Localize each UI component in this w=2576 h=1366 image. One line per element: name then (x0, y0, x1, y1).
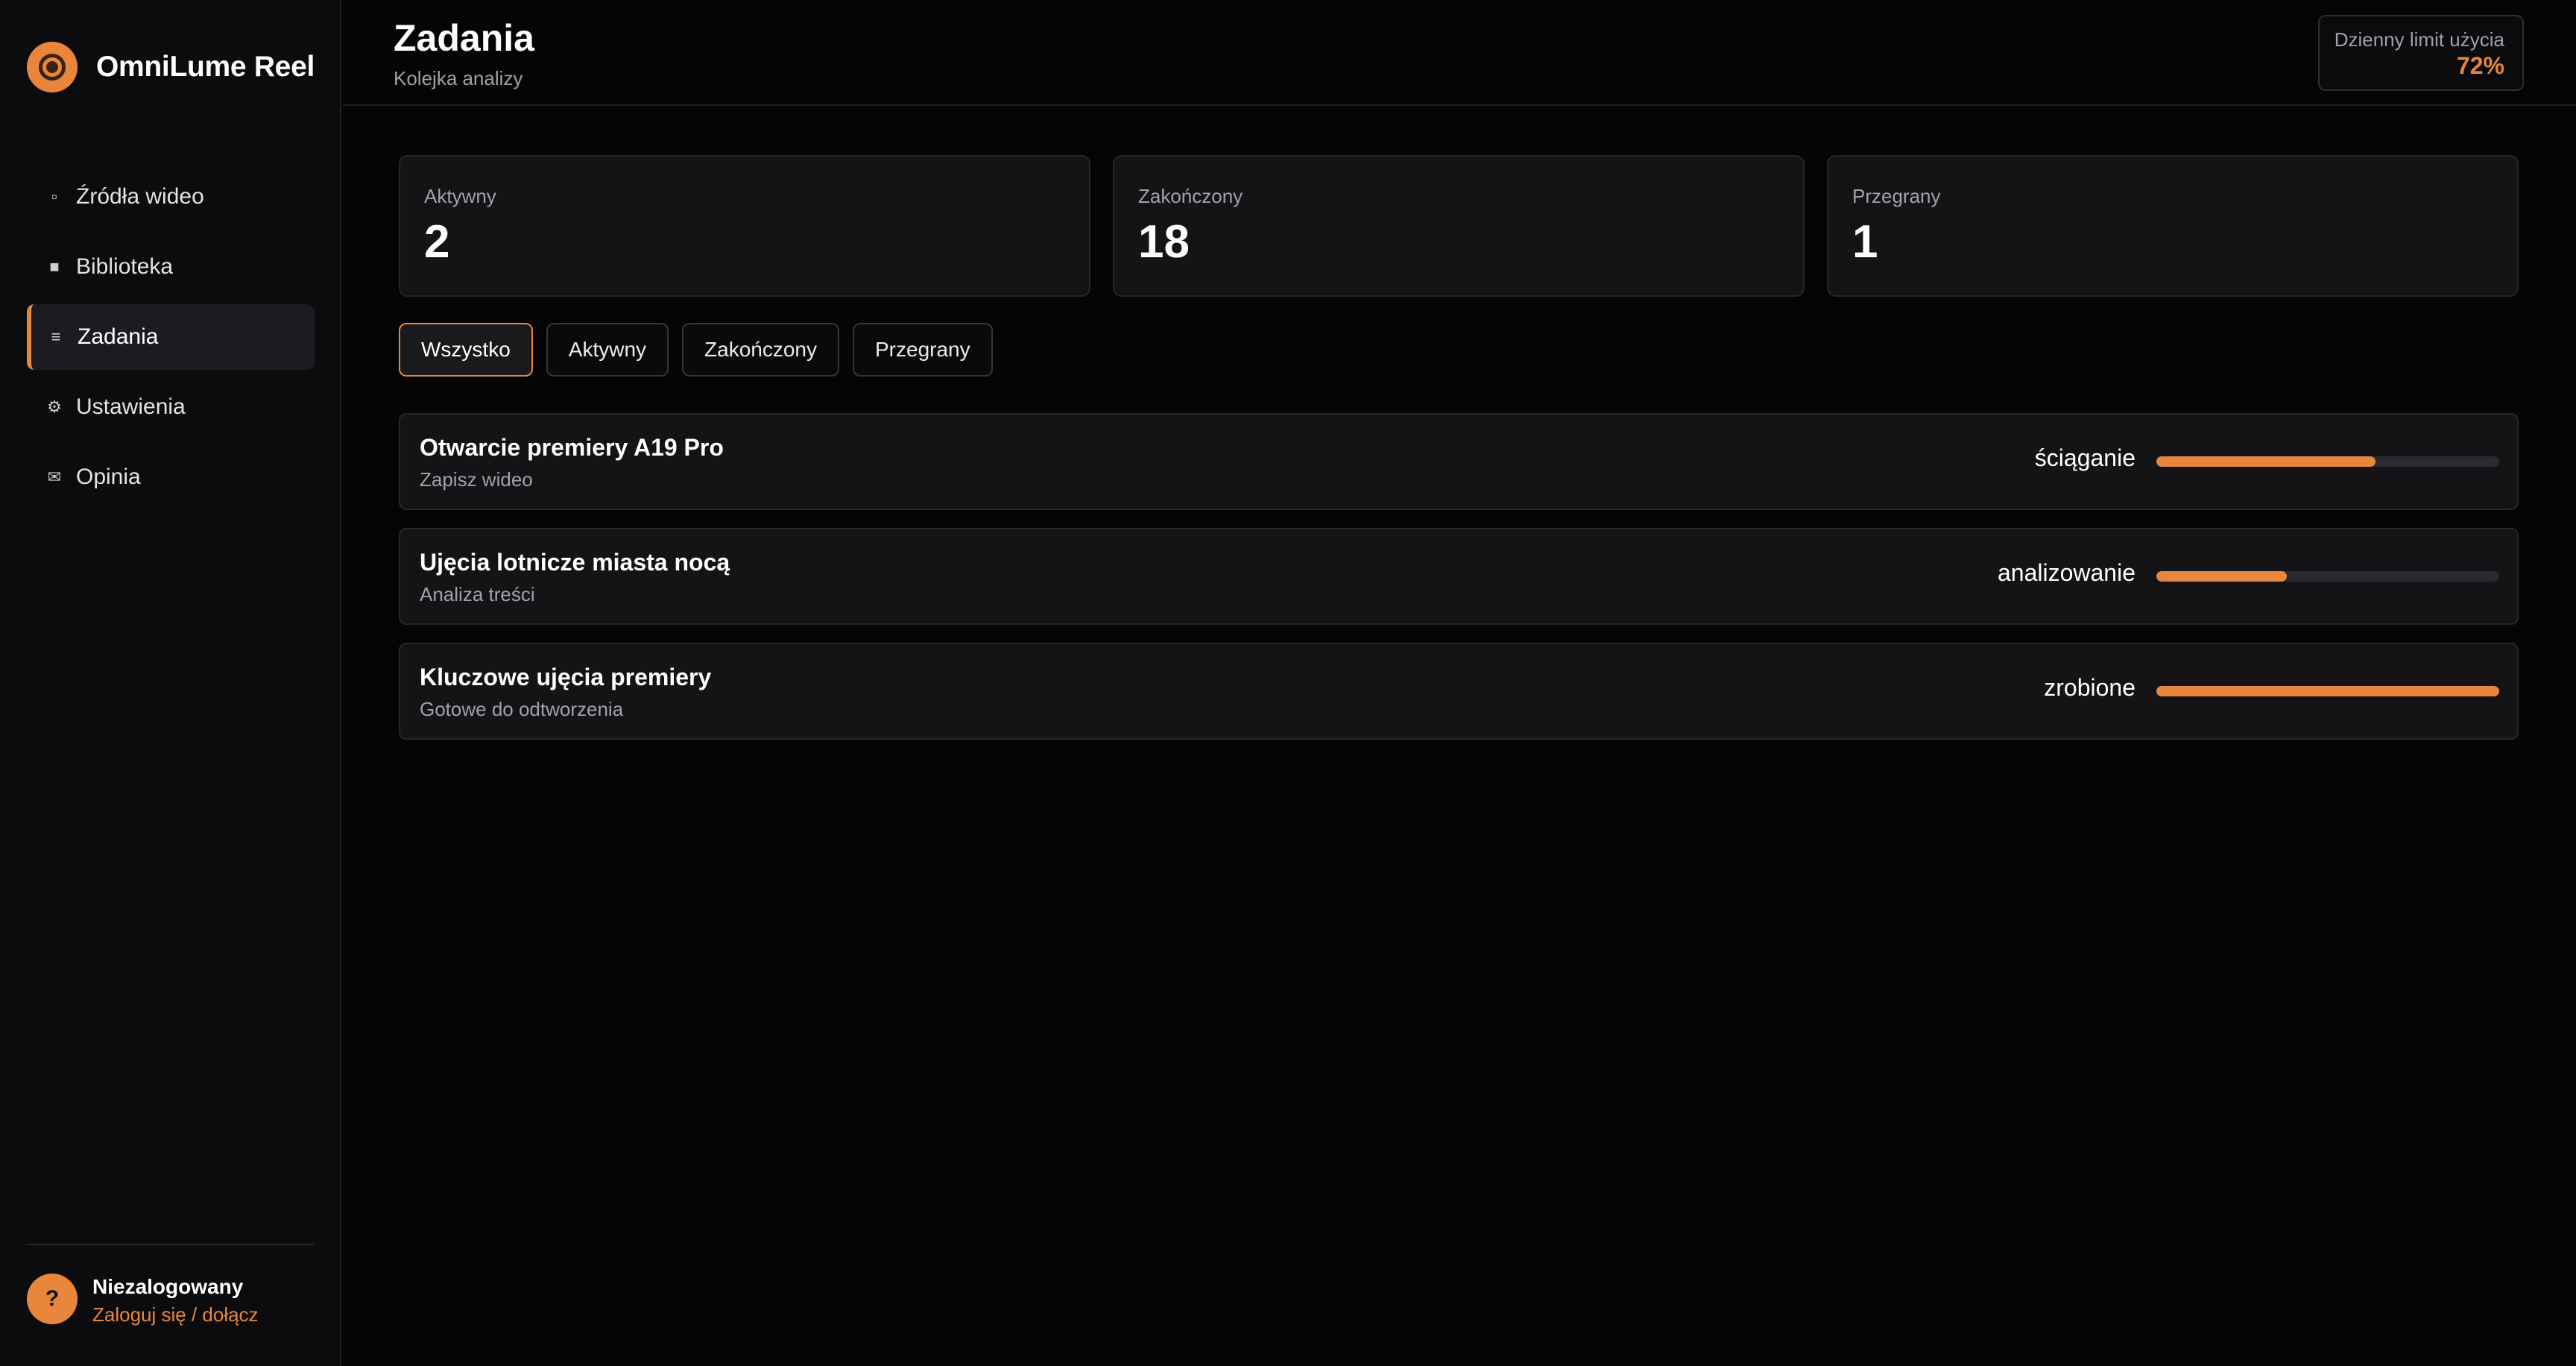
envelope-icon: ✉ (47, 468, 62, 486)
job-row[interactable]: Ujęcia lotnicze miasta nocą Analiza treś… (399, 528, 2519, 625)
filter-active-button[interactable]: Aktywny (546, 323, 669, 377)
gear-icon: ⚙ (47, 397, 62, 416)
stats-row: Aktywny 2 Zakończony 18 Przegrany 1 (399, 155, 2519, 297)
job-status: zrobione (2044, 674, 2135, 701)
page-title: Zadania (394, 17, 534, 59)
job-subtitle: Zapisz wideo (420, 468, 533, 491)
job-progress-fill (2156, 456, 2376, 467)
job-status: ściąganie (2034, 444, 2135, 471)
usage-limit-label: Dzienny limit użycia (2334, 28, 2504, 51)
job-progress-fill (2156, 571, 2287, 582)
job-title: Kluczowe ujęcia premiery (420, 664, 712, 690)
app-window: OmniLume Reel ▫ Źródła wideo ■ Bibliotek… (0, 0, 2576, 1366)
video-sources-icon: ▫ (51, 187, 57, 206)
job-row[interactable]: Otwarcie premiery A19 Pro Zapisz wideo ś… (399, 413, 2519, 510)
job-progress-bar (2156, 456, 2499, 467)
job-status: analizowanie (1997, 559, 2135, 586)
sidebar-nav: ▫ Źródła wideo ■ Biblioteka ≡ Zadania ⚙ … (27, 164, 315, 514)
sidebar-item-video-sources[interactable]: ▫ Źródła wideo (27, 164, 315, 230)
stat-label: Zakończony (1138, 185, 1243, 207)
job-progress-bar (2156, 571, 2499, 582)
job-progress-fill (2156, 686, 2499, 696)
filter-failed-button[interactable]: Przegrany (853, 323, 993, 377)
sidebar-item-tasks[interactable]: ≡ Zadania (27, 304, 315, 370)
job-row[interactable]: Kluczowe ujęcia premiery Gotowe do odtwo… (399, 643, 2519, 740)
filter-all-button[interactable]: Wszystko (399, 323, 533, 377)
stat-card-completed: Zakończony 18 (1113, 155, 1805, 297)
page-subtitle: Kolejka analizy (394, 67, 523, 89)
job-title: Otwarcie premiery A19 Pro (420, 434, 724, 461)
job-subtitle: Gotowe do odtworzenia (420, 698, 624, 720)
library-icon: ■ (49, 257, 60, 276)
stat-value: 2 (424, 216, 450, 268)
usage-limit-card: Dzienny limit użycia 72% (2318, 15, 2524, 91)
stat-value: 18 (1138, 216, 1190, 268)
sidebar-item-settings[interactable]: ⚙ Ustawienia (27, 374, 315, 440)
job-subtitle: Analiza treści (420, 583, 535, 605)
user-name: Niezalogowany (92, 1275, 244, 1298)
sidebar-item-feedback[interactable]: ✉ Opinia (27, 444, 315, 510)
brand-name: OmniLume Reel (96, 51, 315, 83)
filter-completed-button[interactable]: Zakończony (682, 323, 839, 377)
page-header: Zadania Kolejka analizy Dzienny limit uż… (343, 0, 2576, 106)
usage-limit-value: 72% (2456, 52, 2504, 79)
sidebar: OmniLume Reel ▫ Źródła wideo ■ Bibliotek… (0, 0, 341, 1366)
stat-card-failed: Przegrany 1 (1827, 155, 2519, 297)
account-panel: ? Niezalogowany Zaloguj się / dołącz (27, 1244, 315, 1366)
sidebar-item-label: Biblioteka (76, 254, 174, 279)
brand[interactable]: OmniLume Reel (27, 42, 315, 92)
sidebar-item-label: Opinia (76, 465, 141, 489)
brand-logo-icon (27, 42, 78, 92)
stat-label: Przegrany (1852, 185, 1941, 207)
sidebar-item-label: Zadania (78, 324, 159, 349)
sidebar-item-label: Źródła wideo (76, 184, 204, 209)
login-link[interactable]: Zaloguj się / dołącz (92, 1303, 259, 1326)
job-list: Otwarcie premiery A19 Pro Zapisz wideo ś… (399, 413, 2519, 758)
stat-label: Aktywny (424, 185, 496, 207)
sidebar-item-library[interactable]: ■ Biblioteka (27, 234, 315, 300)
avatar[interactable]: ? (27, 1274, 78, 1324)
sidebar-item-label: Ustawienia (76, 394, 186, 419)
job-title: Ujęcia lotnicze miasta nocą (420, 549, 730, 576)
stat-card-active: Aktywny 2 (399, 155, 1090, 297)
job-progress-bar (2156, 686, 2499, 696)
stat-value: 1 (1852, 216, 1878, 268)
filter-tabs: Wszystko Aktywny Zakończony Przegrany (399, 323, 993, 377)
list-icon: ≡ (51, 327, 61, 346)
